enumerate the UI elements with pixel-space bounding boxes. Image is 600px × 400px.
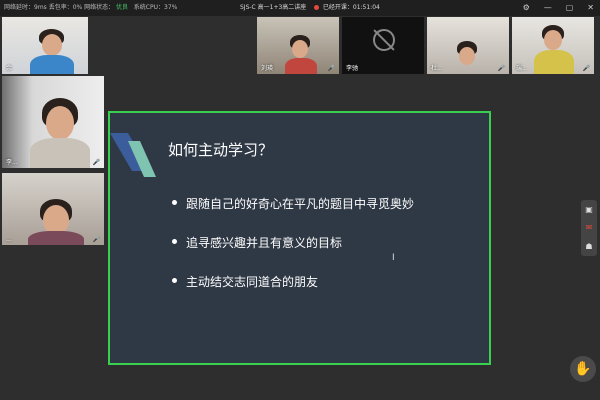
mic-icon: 🎤: [92, 159, 100, 166]
video-tile-top-3[interactable]: 杜... 🎤: [427, 17, 509, 74]
record-time: 已经开课：01:51:04: [322, 4, 380, 11]
side-toolbar: ▣ ✉ ☗: [581, 200, 597, 256]
shared-slide: 如何主动学习？ 跟随自己的好奇心在平凡的题目中寻觅奥妙 追寻感兴趣并且有意义的目…: [108, 111, 491, 365]
gear-icon[interactable]: ⚙: [523, 0, 530, 16]
slide-bullet: 跟随自己的好奇心在平凡的题目中寻觅奥妙: [172, 195, 414, 212]
meeting-title-bar: SJS-C 高一1+3高二讲座 已经开课：01:51:04: [240, 0, 380, 16]
slide-decoration: [110, 133, 156, 177]
meeting-title: SJS-C 高一1+3高二讲座: [240, 4, 307, 11]
video-tile-top-left[interactable]: 余: [2, 17, 88, 74]
slide-bullet: 主动结交志同道合的朋友: [172, 273, 414, 290]
participant-name: 杜...: [431, 65, 443, 72]
participant-name: 李驰: [346, 65, 359, 72]
participant-name: 余: [6, 65, 13, 72]
network-text: 网络延时：9ms 丢包率：0% 网络状态：: [4, 4, 115, 11]
video-tile-top-4[interactable]: 瑞... 🎤: [512, 17, 594, 74]
user-icon[interactable]: ☗: [585, 242, 592, 251]
participant-name: 瑞...: [516, 65, 528, 72]
chat-icon[interactable]: ✉: [586, 223, 593, 232]
text-cursor-icon: I: [392, 253, 395, 263]
close-icon[interactable]: ✕: [587, 0, 594, 16]
window-controls: ⚙ — ▢ ✕: [523, 0, 594, 16]
maximize-icon[interactable]: ▢: [566, 0, 574, 16]
network-info: 网络延时：9ms 丢包率：0% 网络状态： 优良 系统CPU：37%: [4, 0, 177, 16]
slide-bullets: 跟随自己的好奇心在平凡的题目中寻觅奥妙 追寻感兴趣并且有意义的目标 主动结交志同…: [172, 195, 414, 312]
top-bar: 网络延时：9ms 丢包率：0% 网络状态： 优良 系统CPU：37% SJS-C…: [0, 0, 600, 16]
video-tile-left-2[interactable]: ... 🎤: [2, 173, 104, 245]
participant-name: 刘瑛: [261, 65, 274, 72]
mic-icon: 🎤: [497, 65, 505, 72]
mic-icon: 🎤: [92, 236, 100, 243]
image-icon[interactable]: ▣: [585, 205, 593, 214]
slide-title: 如何主动学习？: [168, 141, 274, 159]
video-tile-left-1[interactable]: 李... 🎤: [2, 76, 104, 168]
network-status: 优良: [116, 4, 129, 11]
mic-icon: 🎤: [582, 65, 590, 72]
minimize-icon[interactable]: —: [544, 0, 552, 16]
cpu-text: 系统CPU：37%: [133, 4, 178, 11]
participant-name: ...: [6, 236, 12, 243]
slide-bullet: 追寻感兴趣并且有意义的目标: [172, 234, 414, 251]
record-dot-icon: [313, 5, 319, 10]
participant-name: 李...: [6, 159, 18, 166]
video-tile-top-1[interactable]: 刘瑛 🎤: [257, 17, 339, 74]
mic-icon: 🎤: [327, 65, 335, 72]
hand-icon[interactable]: ✋: [570, 356, 596, 382]
video-tile-top-2[interactable]: 李驰: [342, 17, 424, 74]
